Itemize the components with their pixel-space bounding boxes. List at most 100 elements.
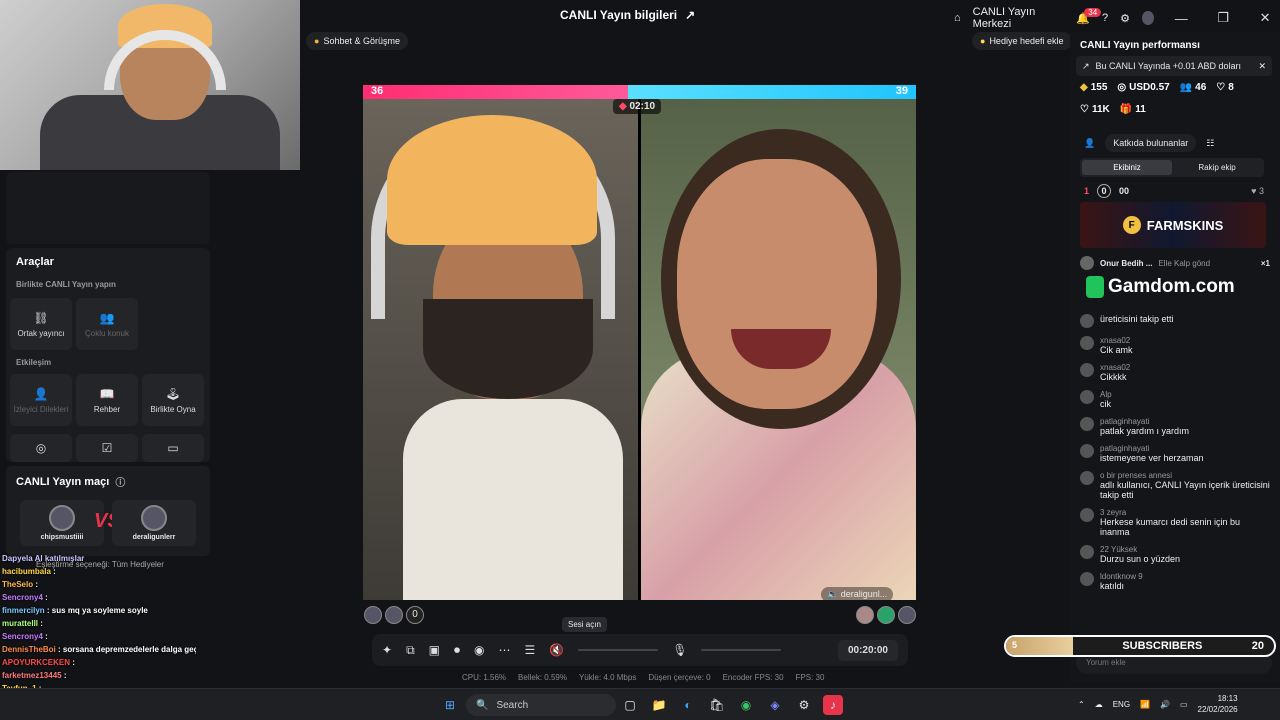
clock[interactable]: 18:13 22/02/2026	[1198, 693, 1238, 715]
right-streamer-name[interactable]: 🔈 deraligunl...	[821, 587, 894, 600]
battery-icon[interactable]: ▭	[1180, 700, 1188, 709]
avatar[interactable]	[1141, 11, 1155, 25]
tool-5-button[interactable]: ☑	[76, 434, 138, 462]
chat-text: Herkese kumarcı dedi senin için bu inanm…	[1100, 517, 1241, 537]
chat-overlay-user: Sencrony4	[2, 632, 43, 641]
left-score: 36	[371, 85, 384, 97]
left-supporters[interactable]: 0	[364, 606, 424, 624]
tool-6-button[interactable]: ▭	[142, 434, 204, 462]
person-add-icon[interactable]: 👤	[1084, 138, 1095, 149]
guide-label: Rehber	[93, 404, 121, 414]
diamonds-stat: ◆ 155	[1080, 82, 1107, 93]
gamdom-ad: Gamdom.com	[1086, 276, 1235, 298]
tool-4-button[interactable]: ◎	[10, 434, 72, 462]
live-center-link[interactable]: CANLI Yayın Merkezi	[973, 6, 1065, 30]
match-right-user[interactable]: deraligunlerr	[112, 500, 196, 546]
folder-icon[interactable]: 📁	[649, 695, 669, 715]
more-icon[interactable]: ⋯	[498, 643, 510, 657]
discord-icon[interactable]: ◈	[765, 695, 785, 715]
mic-icon[interactable]: 🎙	[672, 643, 687, 657]
chat-message-body: o bir prenses annesi adlı kullanıcı, CANL…	[1100, 471, 1272, 500]
multiguest-button[interactable]: 👥 Çoklu konuk	[76, 298, 138, 350]
chat-username[interactable]: ldontknow 9	[1100, 572, 1143, 581]
chat-call-tag[interactable]: ● Sohbet & Görüşme	[306, 32, 408, 50]
diamonds-value: 155	[1090, 82, 1108, 93]
language-indicator[interactable]: ENG	[1113, 700, 1130, 709]
settings-sliders-icon[interactable]: ☰	[524, 643, 535, 657]
webcam-overlay	[0, 0, 300, 170]
chat-list: üreticisini takip etti xnasa02 Cik amk xnas…	[1080, 314, 1272, 634]
chat-message-body: patlaginhayati istemeyene ver herzaman	[1100, 444, 1204, 463]
book-icon: 📖	[99, 386, 115, 401]
gift-notification: Onur Bedih ... Elle Kalp gönd ×1	[1080, 256, 1270, 270]
task-view-icon[interactable]: ▢	[620, 695, 640, 715]
speaker-volume-slider[interactable]	[578, 649, 659, 651]
list-icon[interactable]: ☷	[1206, 138, 1214, 149]
maximize-button[interactable]: ❐	[1208, 10, 1238, 26]
chat-username[interactable]: 22 Yüksek	[1100, 545, 1180, 554]
chat-username[interactable]: Alp	[1100, 390, 1112, 399]
chat-message: Alp cik	[1080, 390, 1272, 409]
chat-message-body: üreticisini takip etti	[1100, 314, 1174, 328]
wifi-icon[interactable]: 📶	[1140, 700, 1150, 709]
tiktok-live-icon[interactable]: ♪	[823, 695, 843, 715]
avatar	[1080, 471, 1094, 485]
viewer-requests-button[interactable]: 👤 İzleyici Dilekleri	[10, 374, 72, 426]
timer-label: 02:10	[629, 101, 656, 112]
score-bar-left	[363, 85, 629, 99]
avatar	[1080, 256, 1094, 270]
info-icon[interactable]: ⓘ	[115, 474, 125, 489]
mic-volume-slider[interactable]	[701, 649, 782, 651]
windows-start-icon[interactable]: ⊞	[440, 695, 460, 715]
chat-overlay-text: : sorsana depremzedelerle dalga geçerken…	[58, 645, 196, 654]
tab-our-team[interactable]: Ekibiniz	[1082, 160, 1172, 175]
volume-icon[interactable]: 🔊	[1160, 700, 1170, 709]
store-icon[interactable]: 🛍	[707, 695, 727, 715]
chat-message-body: ldontknow 9 katıldı	[1100, 572, 1143, 591]
stream-info-title[interactable]: CANLI Yayın bilgileri ↗	[560, 8, 695, 22]
chat-username[interactable]: xnasa02	[1100, 336, 1133, 345]
tab-rival-team[interactable]: Rakip ekip	[1172, 160, 1262, 175]
speaker-muted-icon[interactable]: 🔇	[549, 643, 564, 657]
steam-icon[interactable]: ⚙	[794, 695, 814, 715]
gift-goal-button[interactable]: ● Hediye hedefi ekle	[972, 32, 1072, 50]
chat-username[interactable]: patlaginhayati	[1100, 444, 1204, 453]
home-icon[interactable]: ⌂	[954, 12, 961, 24]
play-together-button[interactable]: 🕹 Birlikte Oyna	[142, 374, 204, 426]
layout-icon[interactable]: ▣	[429, 643, 440, 657]
stream-controls: ✦ ⧉ ▣ ⏺ ◉ ⋯ ☰ 🔇 🎙 00:20:00	[372, 634, 908, 666]
link-icon: ⛓	[33, 310, 49, 325]
right-supporters[interactable]	[856, 606, 916, 624]
chat-message: ldontknow 9 katıldı	[1080, 572, 1272, 591]
edge-icon[interactable]: ◐	[678, 695, 698, 715]
bell-icon[interactable]: 🔔 34	[1076, 7, 1102, 25]
chat-username[interactable]: 3 zeyra	[1100, 508, 1272, 517]
chrome-icon[interactable]: ◉	[736, 695, 756, 715]
gear-icon[interactable]: ⚙	[1120, 12, 1130, 25]
magic-icon[interactable]: ✦	[382, 643, 392, 657]
chat-username[interactable]: xnasa02	[1100, 363, 1130, 372]
share-icon[interactable]: ↗	[685, 8, 695, 22]
chevron-up-icon[interactable]: ⌃	[1078, 700, 1085, 709]
record-icon[interactable]: ⏺	[454, 643, 460, 658]
close-icon[interactable]: ✕	[1258, 61, 1266, 72]
search-icon: 🔍	[476, 699, 489, 711]
perf-stat: CPU: 1.56%	[462, 673, 507, 682]
match-left-user[interactable]: chipsmustiiii	[20, 500, 104, 546]
transform-icon[interactable]: ⧉	[406, 643, 415, 658]
minimize-button[interactable]: —	[1166, 11, 1196, 26]
help-icon[interactable]: ?	[1102, 12, 1108, 24]
cloud-icon[interactable]: ☁	[1095, 700, 1103, 709]
chat-overlay-text: :	[72, 658, 75, 667]
contributors-button[interactable]: Katkıda bulunanlar	[1105, 134, 1197, 152]
cohost-button[interactable]: ⛓ Ortak yayıncı	[10, 298, 72, 350]
close-button[interactable]: ✕	[1250, 10, 1280, 26]
play-together-label: Birlikte Oyna	[150, 404, 196, 414]
chat-username[interactable]: patlaginhayati	[1100, 417, 1189, 426]
subscribers-current: 5	[1012, 640, 1018, 650]
guide-button[interactable]: 📖 Rehber	[76, 374, 138, 426]
effects-icon[interactable]: ◉	[474, 643, 484, 657]
taskbar-search[interactable]: 🔍 Search	[466, 694, 616, 716]
perf-stat: FPS: 30	[795, 673, 825, 682]
chat-username[interactable]: o bir prenses annesi	[1100, 471, 1272, 480]
